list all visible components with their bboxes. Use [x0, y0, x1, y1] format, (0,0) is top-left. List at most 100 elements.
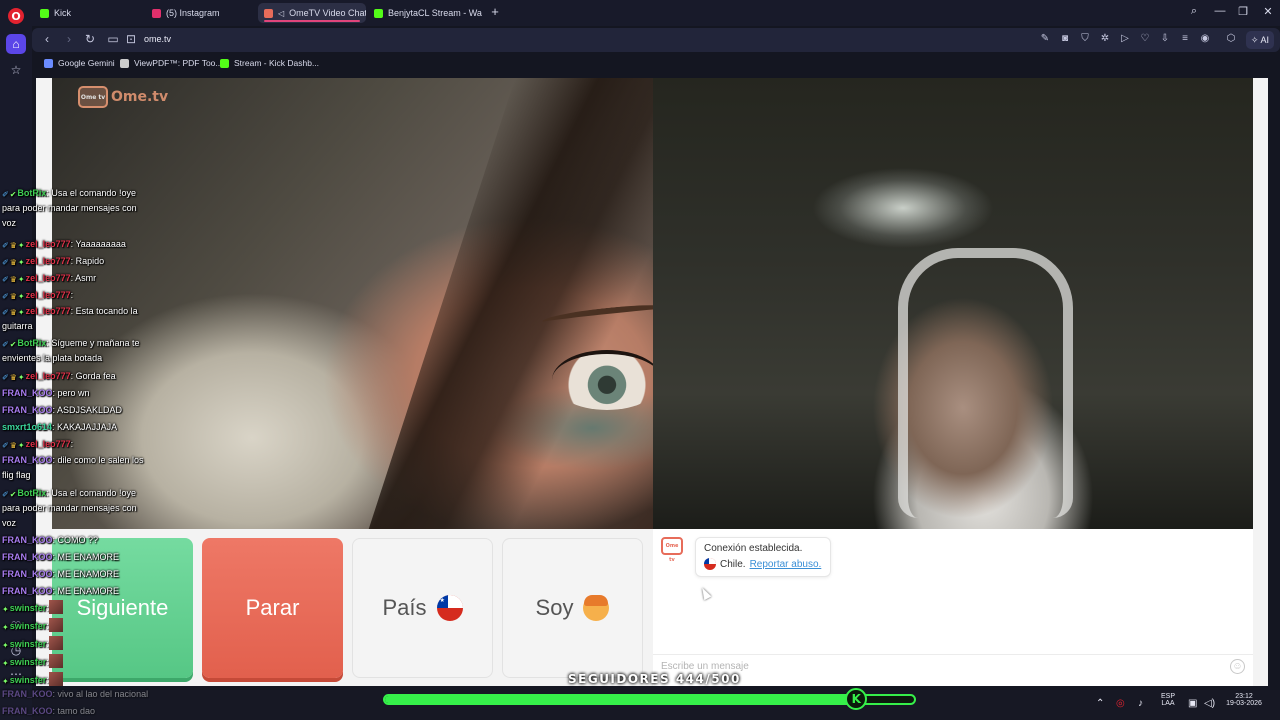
self-video [653, 78, 1253, 529]
chat-username[interactable]: zel_leo777 [26, 239, 71, 249]
message-input[interactable]: Escribe un mensaje [653, 654, 1253, 680]
tab-instagram[interactable]: (5) Instagram [146, 3, 256, 23]
chat-username[interactable]: FRAN_KOO [2, 405, 53, 415]
stop-button[interactable]: Parar [202, 538, 343, 678]
chat-username[interactable]: zel_leo777 [26, 273, 71, 283]
chat-username[interactable]: swinsfer [10, 621, 47, 631]
chat-username[interactable]: FRAN_KOO [2, 455, 53, 465]
chat-username[interactable]: zel_leo777 [26, 256, 71, 266]
chat-message: FRAN_KOO: ME ENAMORE [2, 566, 152, 583]
ai-button[interactable]: ✧ AI [1245, 31, 1274, 49]
chat-username[interactable]: BotRix [17, 338, 46, 348]
country-button[interactable]: País ★ [352, 538, 493, 678]
bookmark-viewpdf[interactable]: ViewPDF™: PDF Too... [120, 58, 223, 68]
chat-text: : [70, 290, 74, 300]
tray-chevron-icon[interactable]: ⌃ [1096, 698, 1104, 709]
chat-username[interactable]: swinsfer [10, 675, 47, 685]
chat-username[interactable]: BotRix [17, 188, 46, 198]
report-abuse-link[interactable]: Reportar abuso. [750, 559, 822, 570]
kick-icon [374, 8, 383, 18]
close-icon[interactable]: ✕ [1260, 5, 1276, 18]
ometv-logo[interactable]: Ome tv Ome.tv [78, 86, 168, 108]
chile-flag-icon [704, 558, 716, 570]
chk-badge-icon: ✔ [9, 190, 17, 199]
chat-username[interactable]: swinsfer [10, 657, 47, 667]
chat-username[interactable]: zel_leo777 [26, 290, 71, 300]
url-field[interactable]: ome.tv [144, 34, 171, 44]
chat-text: : Rapido [70, 256, 105, 266]
ometv-logo-icon: Ome tv [78, 86, 108, 108]
search-tabs-icon[interactable]: ⌕ [1186, 5, 1202, 18]
chat-username[interactable]: FRAN_KOO [2, 552, 53, 562]
follower-progress-fill [385, 696, 855, 703]
sword-badge-icon: ✐ [2, 190, 9, 199]
extension-icon[interactable]: ✲ [1098, 33, 1112, 47]
chat-message: ✐♛✦zel_leo777: Gorda fea [2, 368, 152, 385]
tab-ometv[interactable]: ◁ OmeTV Video Chat – [258, 3, 366, 23]
network-icon[interactable]: ▣ [1188, 698, 1197, 709]
opera-logo-icon[interactable]: O [8, 8, 24, 24]
chat-message: ✦swinsfer: [2, 618, 152, 635]
bookmark-kick-dashboard[interactable]: Stream - Kick Dashb... [220, 58, 319, 68]
chat-username[interactable]: BotRix [17, 488, 46, 498]
chat-message: ✐♛✦zel_leo777: [2, 436, 152, 453]
follower-progress-bar [383, 694, 916, 705]
crown-badge-icon: ♛ [9, 275, 17, 284]
reload-icon[interactable]: ↻ [83, 32, 97, 46]
mic-icon[interactable]: ♪ [1138, 698, 1143, 709]
menu-icon[interactable]: ≡ [1178, 33, 1192, 47]
sword-badge-icon: ✐ [2, 373, 9, 382]
bookmark-gemini[interactable]: Google Gemini [44, 58, 115, 68]
play-icon[interactable]: ▷ [1118, 33, 1132, 47]
ai-icon: ✧ [1250, 35, 1259, 45]
spark-badge-icon: ✦ [17, 373, 25, 382]
back-icon[interactable]: ‹ [40, 32, 54, 46]
chat-username[interactable]: zel_leo777 [26, 439, 71, 449]
crown-badge-icon: ♛ [9, 292, 17, 301]
emote-image [48, 600, 63, 614]
video-eye-shape [552, 350, 662, 410]
emote-image [48, 672, 63, 686]
minimize-icon[interactable]: — [1212, 5, 1228, 17]
instagram-icon [152, 8, 161, 18]
chat-text: : ASDJSAKLDAD [52, 405, 123, 415]
chat-username[interactable]: FRAN_KOO [2, 388, 53, 398]
home-icon[interactable]: ⌂ [6, 34, 26, 54]
download-icon[interactable]: ⇩ [1158, 33, 1172, 47]
spark-badge-icon: ✦ [17, 441, 25, 450]
cube-icon[interactable]: ⬡ [1224, 33, 1238, 47]
chat-username[interactable]: FRAN_KOO [2, 535, 53, 545]
emoji-icon[interactable]: ☺ [1230, 659, 1245, 674]
shield-icon[interactable]: ⛉ [1078, 33, 1092, 47]
speaker-icon[interactable]: ◁ [278, 9, 284, 18]
profile-icon[interactable]: ◉ [1198, 33, 1212, 47]
chat-message: ✦swinsfer: [2, 636, 152, 653]
forward-icon[interactable]: › [62, 32, 76, 46]
camera-icon[interactable]: ◙ [1058, 33, 1072, 47]
clock[interactable]: 23:12 19-03-2026 [1222, 693, 1266, 707]
chat-username[interactable]: zel_leo777 [26, 306, 71, 316]
chk-badge-icon: ✔ [9, 340, 17, 349]
gender-button[interactable]: Soy [502, 538, 643, 678]
screenshot-icon[interactable]: ▭ [106, 32, 120, 46]
edit-icon[interactable]: ✎ [1038, 33, 1052, 47]
tab-benjyta[interactable]: BenjytaCL Stream - Watch [368, 3, 482, 23]
maximize-icon[interactable]: ❐ [1235, 5, 1251, 18]
language-indicator[interactable]: ESP LAA [1156, 693, 1180, 707]
volume-icon[interactable]: ◁) [1204, 698, 1215, 709]
tab-underline [264, 20, 360, 22]
chat-text: : Gorda fea [70, 371, 116, 381]
heart-icon[interactable]: ♡ [1138, 33, 1152, 47]
kick-icon [220, 58, 229, 68]
chat-username[interactable]: swinsfer [10, 639, 47, 649]
new-tab-button[interactable]: + [488, 5, 502, 19]
tab-kick[interactable]: Kick [34, 3, 144, 23]
bookmarks-bar: Google Gemini ViewPDF™: PDF Too... Strea… [32, 55, 1280, 75]
chat-username[interactable]: smxrt1o614 [2, 422, 52, 432]
star-icon[interactable]: ☆ [6, 60, 26, 80]
chat-username[interactable]: zel_leo777 [26, 371, 71, 381]
chat-username[interactable]: swinsfer [10, 603, 47, 613]
opera-tray-icon[interactable]: ◎ [1116, 698, 1125, 709]
chat-username[interactable]: FRAN_KOO [2, 569, 53, 579]
chat-username[interactable]: FRAN_KOO [2, 586, 53, 596]
